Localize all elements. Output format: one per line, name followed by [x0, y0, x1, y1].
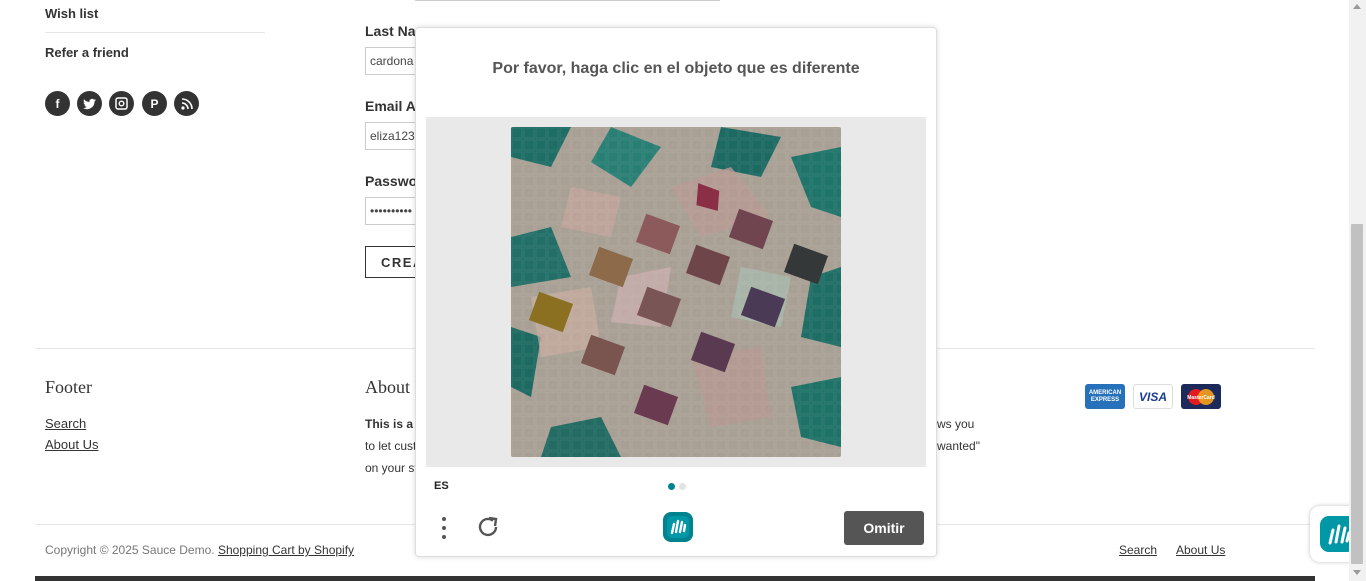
about-text-line1: This is a: [365, 417, 414, 431]
challenge-image[interactable]: [511, 127, 841, 457]
rss-icon[interactable]: [174, 91, 199, 116]
bottom-bar: [35, 576, 1315, 581]
shopify-link[interactable]: Shopping Cart by Shopify: [218, 543, 354, 557]
about-text-line2-end: wanted": [937, 439, 980, 453]
sidebar-divider: [45, 32, 265, 33]
copyright-text: Copyright © 2025 Sauce Demo. Shopping Ca…: [45, 543, 354, 557]
facebook-icon[interactable]: f: [45, 91, 70, 116]
language-selector[interactable]: ES: [434, 480, 449, 492]
bottom-link-about[interactable]: About Us: [1176, 543, 1225, 557]
footer-link-about[interactable]: About Us: [45, 437, 98, 452]
sidebar-item-refer-friend[interactable]: Refer a friend: [45, 45, 129, 60]
challenge-area: [426, 117, 926, 467]
field-border: [415, 0, 720, 1]
sidebar-item-wish-list[interactable]: Wish list: [45, 6, 98, 21]
pinterest-icon[interactable]: P: [142, 91, 167, 116]
bottom-link-search[interactable]: Search: [1119, 543, 1157, 557]
hcaptcha-logo-icon: [661, 510, 695, 549]
amex-card-icon: AMERICAN EXPRESS: [1085, 384, 1125, 409]
scroll-down-icon[interactable]: [1353, 570, 1361, 575]
page-dot-active: [668, 483, 675, 490]
refresh-icon[interactable]: [476, 515, 500, 544]
footer-link-search[interactable]: Search: [45, 416, 86, 431]
captcha-modal: Por favor, haga clic en el objeto que es…: [415, 27, 937, 557]
skip-button[interactable]: Omitir: [844, 511, 924, 545]
scrollbar[interactable]: [1349, 0, 1366, 581]
scroll-up-icon[interactable]: [1353, 4, 1361, 9]
about-text-line3: on your st: [365, 461, 418, 475]
about-text-line1-end: ws you: [937, 417, 975, 431]
visa-card-icon: VISA: [1133, 384, 1173, 409]
about-text-line2: to let cust: [365, 439, 417, 453]
instagram-icon[interactable]: [109, 91, 134, 116]
captcha-prompt: Por favor, haga clic en el objeto que es…: [492, 60, 860, 77]
menu-icon[interactable]: [440, 516, 448, 547]
mastercard-icon: MasterCard: [1181, 384, 1221, 409]
scroll-thumb[interactable]: [1351, 224, 1363, 564]
twitter-icon[interactable]: [77, 91, 102, 116]
copyright-label: Copyright © 2025 Sauce Demo.: [45, 543, 215, 557]
page-dot: [679, 483, 686, 490]
footer-heading: Footer: [45, 377, 92, 397]
svg-text:MasterCard: MasterCard: [1187, 395, 1215, 401]
